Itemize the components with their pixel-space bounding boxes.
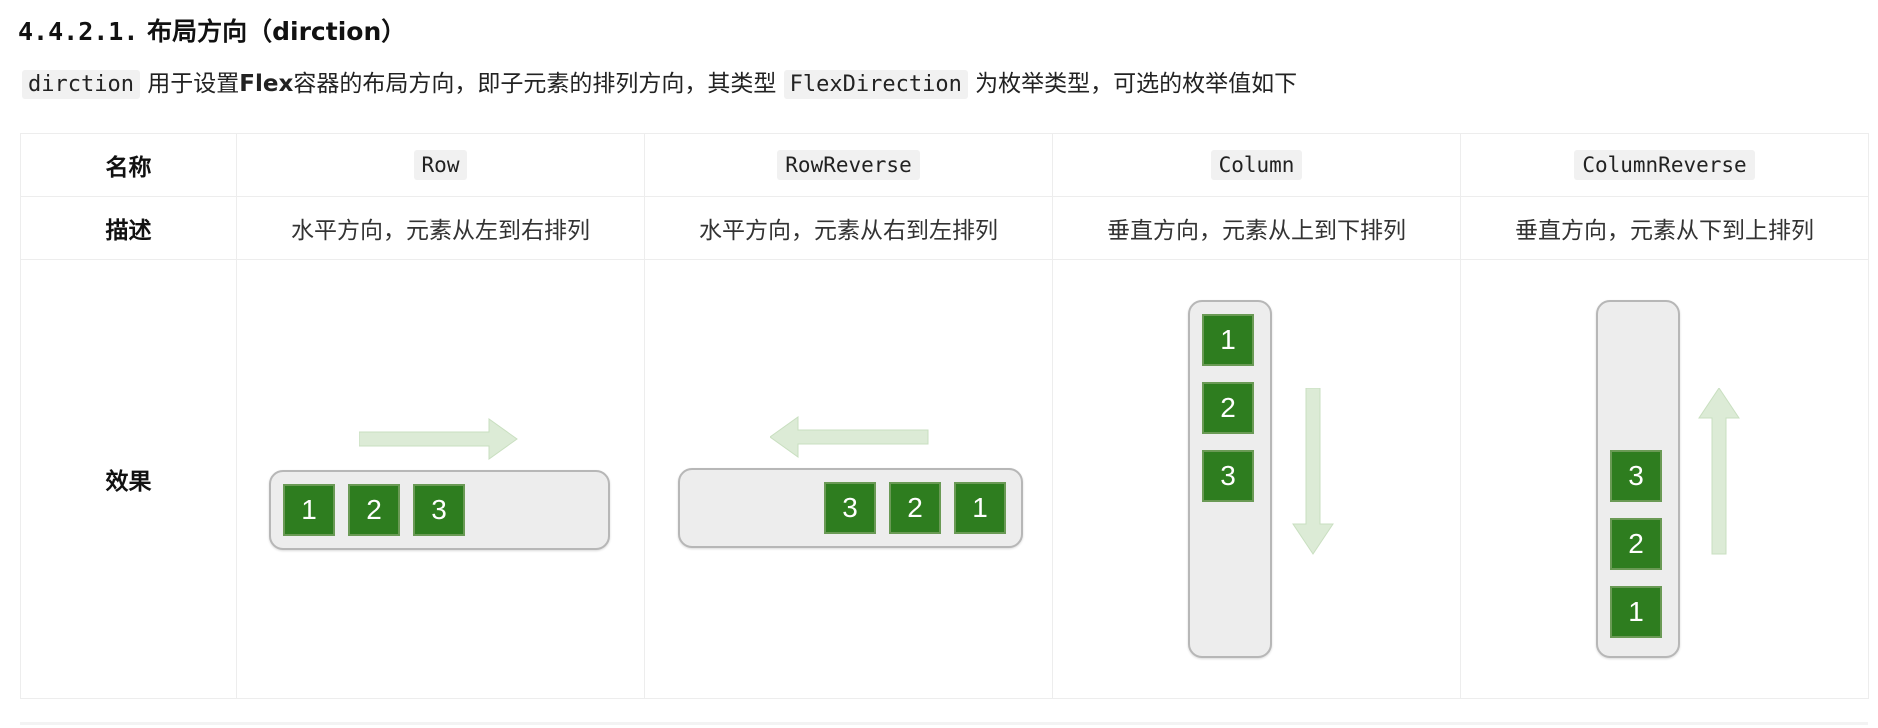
- flex-item: 2: [1610, 518, 1662, 570]
- flex-item: 2: [1202, 382, 1254, 434]
- value-name: Column: [1210, 150, 1303, 180]
- cell-effect-column: 1 2 3: [1052, 259, 1461, 699]
- flex-item: 3: [1610, 450, 1662, 502]
- row-label-effect: 效果: [20, 259, 237, 699]
- effect-diagram-columnreverse: 3 2 1: [1461, 260, 1868, 698]
- cell-effect-columnreverse: 3 2 1: [1460, 259, 1869, 699]
- section-heading: 4.4.2.1. 布局方向（dirction）: [18, 12, 406, 48]
- table-row-name: 名称 Row RowReverse Column ColumnReverse: [20, 133, 1869, 197]
- table-row-desc: 描述 水平方向，元素从左到右排列 水平方向，元素从右到左排列 垂直方向，元素从上…: [20, 196, 1869, 260]
- cell-desc-columnreverse: 垂直方向，元素从下到上排列: [1460, 196, 1869, 260]
- flex-item: 2: [348, 484, 400, 536]
- value-name: Row: [413, 150, 468, 180]
- intro-text-2: 容器的布局方向，即子元素的排列方向，其类型: [293, 71, 784, 97]
- section-title: 布局方向（dirction）: [147, 17, 407, 46]
- right-arrow-icon: [359, 418, 518, 460]
- cell-name-columnreverse: ColumnReverse: [1460, 133, 1869, 197]
- down-arrow-icon: [1292, 388, 1334, 555]
- divider: [20, 722, 1868, 725]
- cell-name-row: Row: [236, 133, 645, 197]
- up-arrow-icon: [1698, 388, 1740, 555]
- flex-direction-table: 名称 Row RowReverse Column ColumnReverse 描…: [20, 133, 1869, 699]
- flex-item: 3: [1202, 450, 1254, 502]
- intro-text-1: 用于设置: [139, 71, 240, 97]
- flex-container: 3 2 1: [678, 468, 1023, 548]
- value-name: ColumnReverse: [1574, 150, 1755, 180]
- section-number: 4.4.2.1.: [18, 17, 139, 46]
- row-label-name: 名称: [20, 133, 237, 197]
- intro-text-3: 为枚举类型，可选的枚举值如下: [967, 71, 1298, 97]
- cell-name-rowreverse: RowReverse: [644, 133, 1053, 197]
- value-name: RowReverse: [777, 150, 920, 180]
- inline-code-flexdirection: FlexDirection: [783, 70, 968, 99]
- cell-effect-rowreverse: 3 2 1: [644, 259, 1053, 699]
- flex-item: 1: [954, 482, 1006, 534]
- intro-bold-flex: Flex: [239, 71, 294, 97]
- flex-item: 1: [1610, 586, 1662, 638]
- flex-item: 1: [283, 484, 335, 536]
- flex-container: 3 2 1: [1596, 300, 1680, 658]
- cell-desc-column: 垂直方向，元素从上到下排列: [1052, 196, 1461, 260]
- table-row-effect: 效果 1 2 3 3 2 1 1 2 3 3 2 1: [20, 259, 1869, 699]
- inline-code-dirction: dirction: [22, 70, 140, 99]
- cell-desc-rowreverse: 水平方向，元素从右到左排列: [644, 196, 1053, 260]
- cell-effect-row: 1 2 3: [236, 259, 645, 699]
- cell-name-column: Column: [1052, 133, 1461, 197]
- cell-desc-row: 水平方向，元素从左到右排列: [236, 196, 645, 260]
- intro-paragraph: dirction 用于设置Flex容器的布局方向，即子元素的排列方向，其类型 F…: [22, 64, 1298, 99]
- left-arrow-icon: [770, 416, 929, 458]
- flex-item: 3: [824, 482, 876, 534]
- flex-container: 1 2 3: [269, 470, 610, 550]
- flex-item: 1: [1202, 314, 1254, 366]
- effect-diagram-column: 1 2 3: [1053, 260, 1460, 698]
- flex-container: 1 2 3: [1188, 300, 1272, 658]
- effect-diagram-row: 1 2 3: [237, 260, 644, 698]
- flex-item: 3: [413, 484, 465, 536]
- effect-diagram-rowreverse: 3 2 1: [645, 260, 1052, 698]
- flex-item: 2: [889, 482, 941, 534]
- row-label-desc: 描述: [20, 196, 237, 260]
